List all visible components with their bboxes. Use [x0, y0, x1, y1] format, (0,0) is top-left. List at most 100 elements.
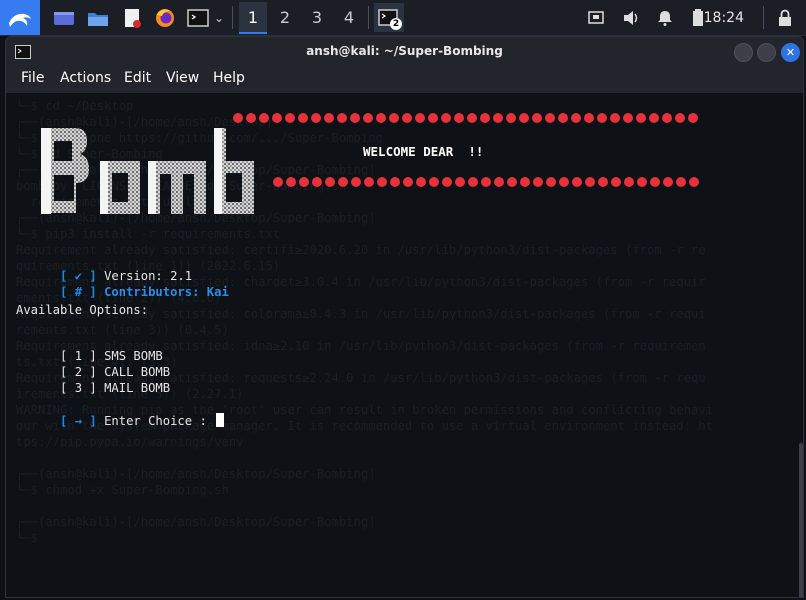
red-dot — [689, 177, 699, 187]
red-dot — [532, 113, 542, 123]
window-title: ansh@kali: ~/Super-Bombing — [306, 44, 503, 58]
red-dot — [676, 177, 686, 187]
clock[interactable]: 18:24 — [704, 5, 744, 30]
red-dot — [350, 113, 360, 123]
red-dot — [312, 177, 322, 187]
red-dot — [403, 177, 413, 187]
menu-edit[interactable]: Edit — [124, 70, 151, 86]
red-dot — [507, 177, 517, 187]
scrollback-line: └─$ pip3 install -r requirements.txt — [16, 227, 281, 241]
bomb-ascii-art — [41, 128, 254, 214]
text-editor-icon[interactable] — [120, 5, 144, 30]
lock-screen-icon[interactable] — [776, 5, 794, 30]
panel-divider — [232, 6, 233, 29]
workspace-2[interactable]: 2 — [271, 2, 299, 32]
red-dot — [624, 177, 634, 187]
hash-bracket: [ # ] — [60, 285, 97, 299]
kali-menu-button[interactable] — [0, 0, 40, 35]
red-dot — [468, 177, 478, 187]
text-cursor — [216, 413, 225, 427]
red-dot — [285, 113, 295, 123]
red-dot — [454, 113, 464, 123]
red-dot — [597, 113, 607, 123]
red-dot — [246, 113, 256, 123]
kali-dragon-icon — [9, 13, 31, 27]
red-dot — [585, 177, 595, 187]
red-dot-row-bottom — [273, 177, 699, 187]
panel-divider — [763, 6, 764, 29]
taskbar-terminal-window[interactable]: 2 — [374, 3, 404, 32]
red-dot — [272, 113, 282, 123]
red-dot — [623, 113, 633, 123]
panel-divider — [368, 6, 369, 29]
workspace-3[interactable]: 3 — [303, 2, 331, 32]
window-titlebar[interactable]: ansh@kali: ~/Super-Bombing ✕ — [6, 37, 803, 67]
red-dot — [324, 113, 334, 123]
red-dot — [415, 113, 425, 123]
red-dot — [233, 113, 243, 123]
menu-view[interactable]: View — [166, 70, 199, 86]
menu-file[interactable]: File — [21, 70, 44, 86]
workspace-4[interactable]: 4 — [335, 2, 363, 32]
network-icon[interactable] — [587, 5, 605, 30]
red-dot — [558, 113, 568, 123]
red-dot — [259, 113, 269, 123]
red-dot — [675, 113, 685, 123]
red-dot — [428, 113, 438, 123]
welcome-message: WELCOME DEAR !! — [363, 144, 484, 159]
red-dot — [299, 177, 309, 187]
red-dot — [546, 177, 556, 187]
maximize-button[interactable] — [757, 43, 776, 62]
red-dot — [286, 177, 296, 187]
notifications-bell-icon[interactable] — [656, 5, 674, 30]
red-dot — [325, 177, 335, 187]
menu-help[interactable]: Help — [213, 70, 245, 86]
contributors-text: Contributors: Kai — [104, 285, 229, 299]
arrow-bracket: [ → ] — [60, 414, 97, 428]
red-dot — [429, 177, 439, 187]
red-dot — [377, 177, 387, 187]
red-dot — [533, 177, 543, 187]
options-header: Available Options: — [16, 303, 149, 317]
prompt-text: Enter Choice : — [104, 414, 215, 428]
red-dot — [390, 177, 400, 187]
red-dot — [441, 113, 451, 123]
red-dot — [611, 177, 621, 187]
red-dot — [662, 113, 672, 123]
red-dot — [688, 113, 698, 123]
red-dot — [559, 177, 569, 187]
minimize-button[interactable] — [734, 43, 753, 62]
red-dot — [389, 113, 399, 123]
red-dot — [364, 177, 374, 187]
red-dot — [442, 177, 452, 187]
scrollbar-thumb[interactable] — [799, 443, 803, 597]
red-dot — [637, 177, 647, 187]
red-dot — [416, 177, 426, 187]
option-label: MAIL BOMB — [104, 381, 171, 395]
red-dot — [298, 113, 308, 123]
red-dot — [650, 177, 660, 187]
red-dot — [571, 113, 581, 123]
show-desktop-icon[interactable] — [52, 5, 76, 30]
red-dot — [481, 177, 491, 187]
red-dot — [584, 113, 594, 123]
close-button[interactable]: ✕ — [781, 43, 800, 62]
file-manager-icon[interactable] — [86, 5, 110, 30]
terminal-launcher-icon[interactable] — [186, 5, 210, 30]
red-dot-row-top — [233, 113, 698, 123]
terminal-output[interactable]: └─$ cd ~/Desktop ┌──(ansh@kali)-[/home/an… — [6, 93, 798, 597]
menu-actions[interactable]: Actions — [60, 70, 111, 86]
firefox-icon[interactable] — [153, 5, 177, 30]
scrollback-line: └─$ chmod +x Super-Bombing.sh — [16, 483, 229, 497]
choice-prompt[interactable]: [ → ] Enter Choice : — [16, 399, 225, 442]
red-dot — [545, 113, 555, 123]
option-number: [ 3 ] — [60, 381, 97, 395]
volume-icon[interactable] — [621, 5, 641, 30]
red-dot — [402, 113, 412, 123]
red-dot — [311, 113, 321, 123]
scrollbar[interactable] — [798, 93, 803, 597]
scrollback-line: └─$ cd ~/Desktop — [16, 99, 134, 113]
workspace-1[interactable]: 1 — [239, 2, 267, 34]
chevron-down-icon[interactable]: ⌄ — [212, 5, 226, 30]
red-dot — [636, 113, 646, 123]
